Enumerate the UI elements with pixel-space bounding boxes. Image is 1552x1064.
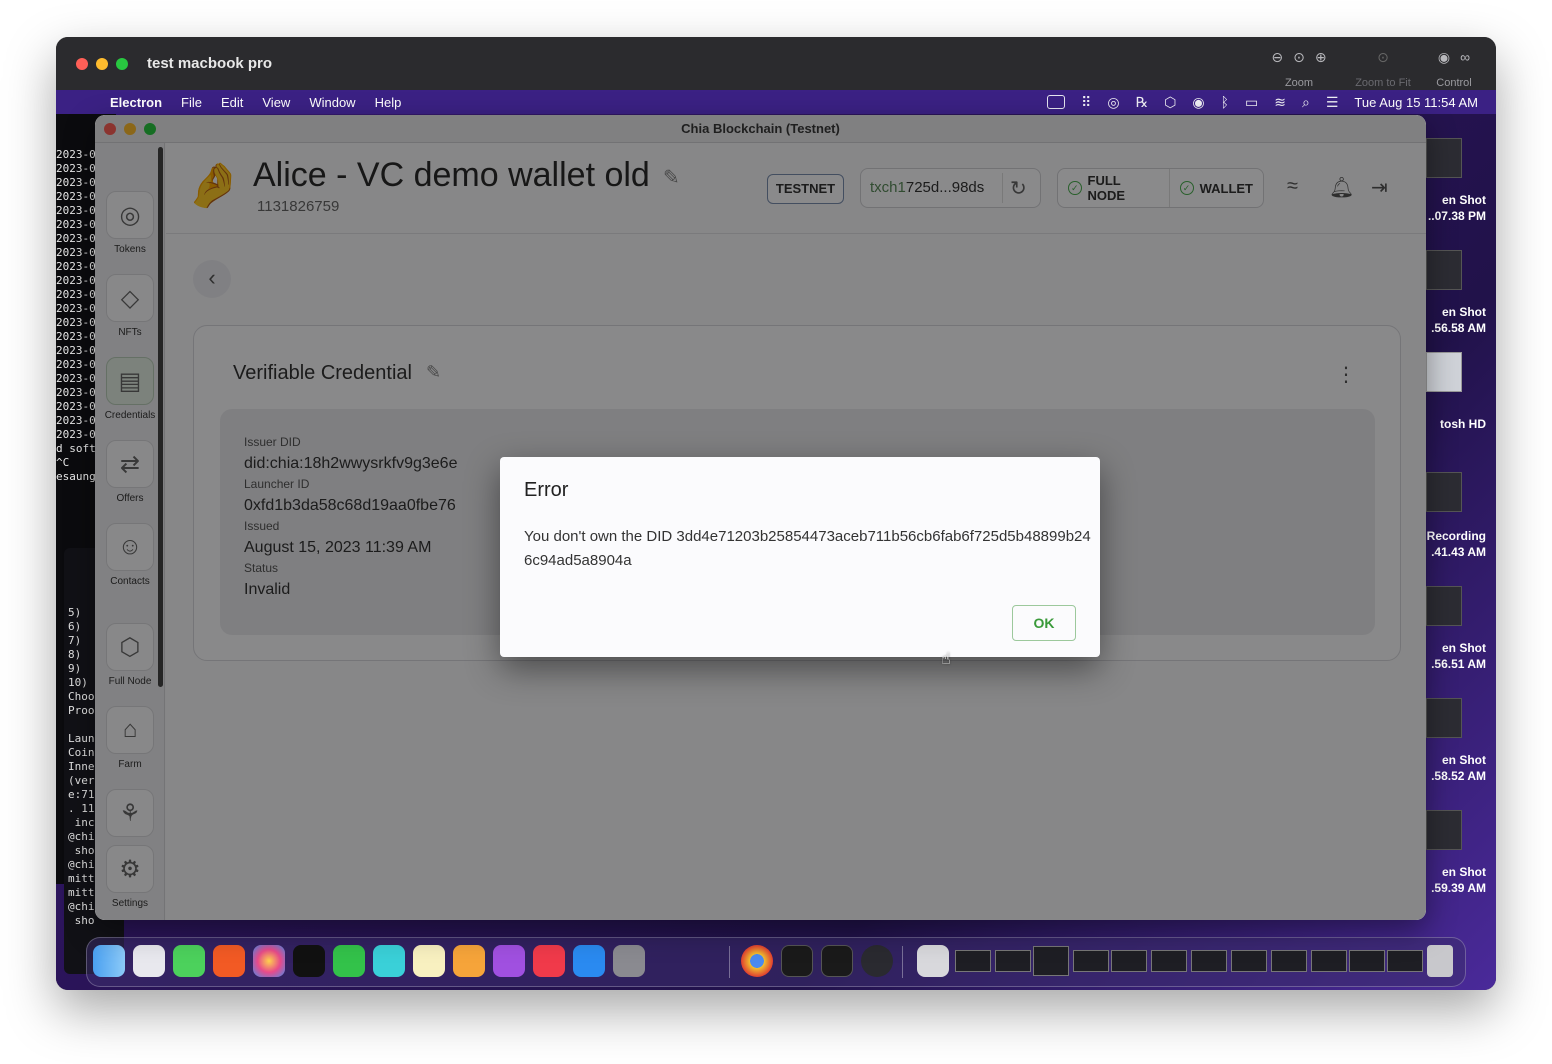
zoom-out-icon[interactable]: ⊖ (1271, 49, 1283, 69)
menu-app-name[interactable]: Electron (110, 95, 162, 110)
facetime-icon[interactable] (333, 945, 365, 977)
minimized-window-thumb[interactable] (1191, 950, 1227, 972)
rx-icon[interactable]: ℞ (1136, 94, 1149, 111)
chia-app-window: Chia Blockchain (Testnet) ◎ Tokens ◇ NFT… (95, 115, 1426, 920)
menu-file[interactable]: File (181, 95, 202, 110)
remote-window-title: test macbook pro (147, 55, 273, 72)
activity-monitor-icon[interactable] (821, 945, 853, 977)
menubar-clock[interactable]: Tue Aug 15 11:54 AM (1354, 95, 1478, 110)
minimize-window-button[interactable] (96, 58, 108, 70)
finder-icon[interactable] (93, 945, 125, 977)
zoom-to-fit-control[interactable]: ⊙ Zoom to Fit (1348, 49, 1418, 89)
battery-icon[interactable]: ▭ (1245, 94, 1258, 111)
minimized-window-thumb[interactable] (1387, 950, 1423, 972)
display-icon[interactable] (1047, 95, 1066, 109)
zoom-reset-icon[interactable]: ⊙ (1293, 49, 1305, 69)
ok-button[interactable]: OK (1012, 605, 1076, 641)
minimized-window-thumb[interactable] (1073, 950, 1109, 972)
brave-icon[interactable] (213, 945, 245, 977)
remote-window-titlebar: test macbook pro ⊖ ⊙ ⊕ Zoom ⊙ Zoom to Fit … (56, 37, 1496, 90)
recording-file-icon[interactable] (1426, 472, 1462, 512)
terminal-icon[interactable] (781, 945, 813, 977)
zoom-to-fit-icon[interactable]: ⊙ (1377, 49, 1389, 69)
messages-icon[interactable] (173, 945, 205, 977)
zoom-to-fit-label: Zoom to Fit (1355, 77, 1411, 89)
notes-icon[interactable] (413, 945, 445, 977)
photos-icon[interactable] (253, 945, 285, 977)
control-center-icon[interactable]: ☰ (1326, 94, 1339, 111)
package-icon[interactable]: ⬡ (1164, 94, 1176, 111)
nft-up-icon[interactable] (293, 945, 325, 977)
screenshot-file-icon[interactable] (1426, 138, 1462, 178)
system-settings-icon[interactable] (613, 945, 645, 977)
launchpad-icon[interactable] (133, 945, 165, 977)
zoom-label: Zoom (1284, 77, 1314, 89)
menu-help[interactable]: Help (375, 95, 402, 110)
dock-separator (902, 946, 903, 978)
spotlight-search-icon[interactable]: ⌕ (1302, 94, 1310, 111)
minimized-window-thumb[interactable] (1231, 950, 1267, 972)
zoom-control[interactable]: ⊖ ⊙ ⊕ Zoom (1264, 49, 1334, 89)
minimized-window-thumb[interactable] (955, 950, 991, 972)
zoom-in-icon[interactable]: ⊕ (1315, 49, 1327, 69)
minimized-window-thumb[interactable] (1271, 950, 1307, 972)
document-icon[interactable] (917, 945, 949, 977)
cube-app-icon[interactable] (373, 945, 405, 977)
hand-pointer-icon: ☝ (941, 651, 951, 668)
minimized-window-thumb[interactable] (1311, 950, 1347, 972)
maximize-window-button[interactable] (116, 58, 128, 70)
minimized-window-thumb[interactable] (1151, 950, 1187, 972)
trash-icon[interactable] (1427, 945, 1453, 977)
cloud-app-icon[interactable] (453, 945, 485, 977)
screenshot-file-icon[interactable] (1426, 250, 1462, 290)
screenshot-file-icon[interactable] (1426, 810, 1462, 850)
screenshot-file-icon[interactable] (1426, 586, 1462, 626)
app-store-icon[interactable] (573, 945, 605, 977)
hard-drive-icon[interactable] (1426, 352, 1462, 392)
error-dialog: Error You don't own the DID 3dd4e71203b2… (500, 457, 1100, 657)
remote-desktop-window: test macbook pro ⊖ ⊙ ⊕ Zoom ⊙ Zoom to Fit … (56, 37, 1496, 990)
minimized-window-thumb[interactable] (1349, 950, 1385, 972)
news-icon[interactable] (533, 945, 565, 977)
control-label: Control (1436, 77, 1472, 89)
minimized-window-thumb[interactable] (995, 950, 1031, 972)
terminal-output: 2023-0 2023-0 2023-0 2023-0 2023-0 2023-… (56, 148, 96, 483)
chia-app-icon[interactable] (693, 945, 725, 977)
minimized-window-thumb[interactable] (1033, 946, 1069, 976)
screen-share-icon[interactable]: ◎ (1107, 94, 1119, 111)
chrome-icon[interactable] (741, 945, 773, 977)
minimized-window-thumb[interactable] (1111, 950, 1147, 972)
menu-edit[interactable]: Edit (221, 95, 243, 110)
close-window-button[interactable] (76, 58, 88, 70)
mac-menubar: Electron File Edit View Window Help ⠿ ◎ … (56, 90, 1496, 114)
dialog-title: Error (524, 479, 569, 501)
binoculars-icon[interactable]: ∞ (1460, 49, 1470, 69)
menu-window[interactable]: Window (309, 95, 355, 110)
dialog-message: You don't own the DID 3dd4e71203b2585447… (524, 528, 1091, 569)
podcasts-icon[interactable] (493, 945, 525, 977)
control-pointer-icon[interactable]: ◉ (1438, 49, 1450, 69)
screenshot-file-icon[interactable] (1426, 698, 1462, 738)
electron-icon[interactable] (861, 945, 893, 977)
dock (86, 937, 1466, 987)
control-toggle[interactable]: ◉ ∞ Control (1422, 49, 1486, 89)
status-bar: ⠿ ◎ ℞ ⬡ ◉ ᛒ ▭ ≋ ⌕ ☰ Tue Aug 15 11:54 AM (1047, 90, 1478, 114)
wifi-icon[interactable]: ≋ (1274, 94, 1286, 111)
grid-icon[interactable]: ⠿ (1081, 94, 1091, 111)
bluetooth-icon[interactable]: ᛒ (1221, 94, 1229, 110)
menu-view[interactable]: View (262, 95, 290, 110)
airdrop-icon[interactable]: ◉ (1192, 94, 1204, 111)
remote-desktop: Electron File Edit View Window Help ⠿ ◎ … (56, 90, 1496, 990)
bird-app-icon[interactable] (653, 945, 685, 977)
dock-separator (729, 946, 730, 978)
